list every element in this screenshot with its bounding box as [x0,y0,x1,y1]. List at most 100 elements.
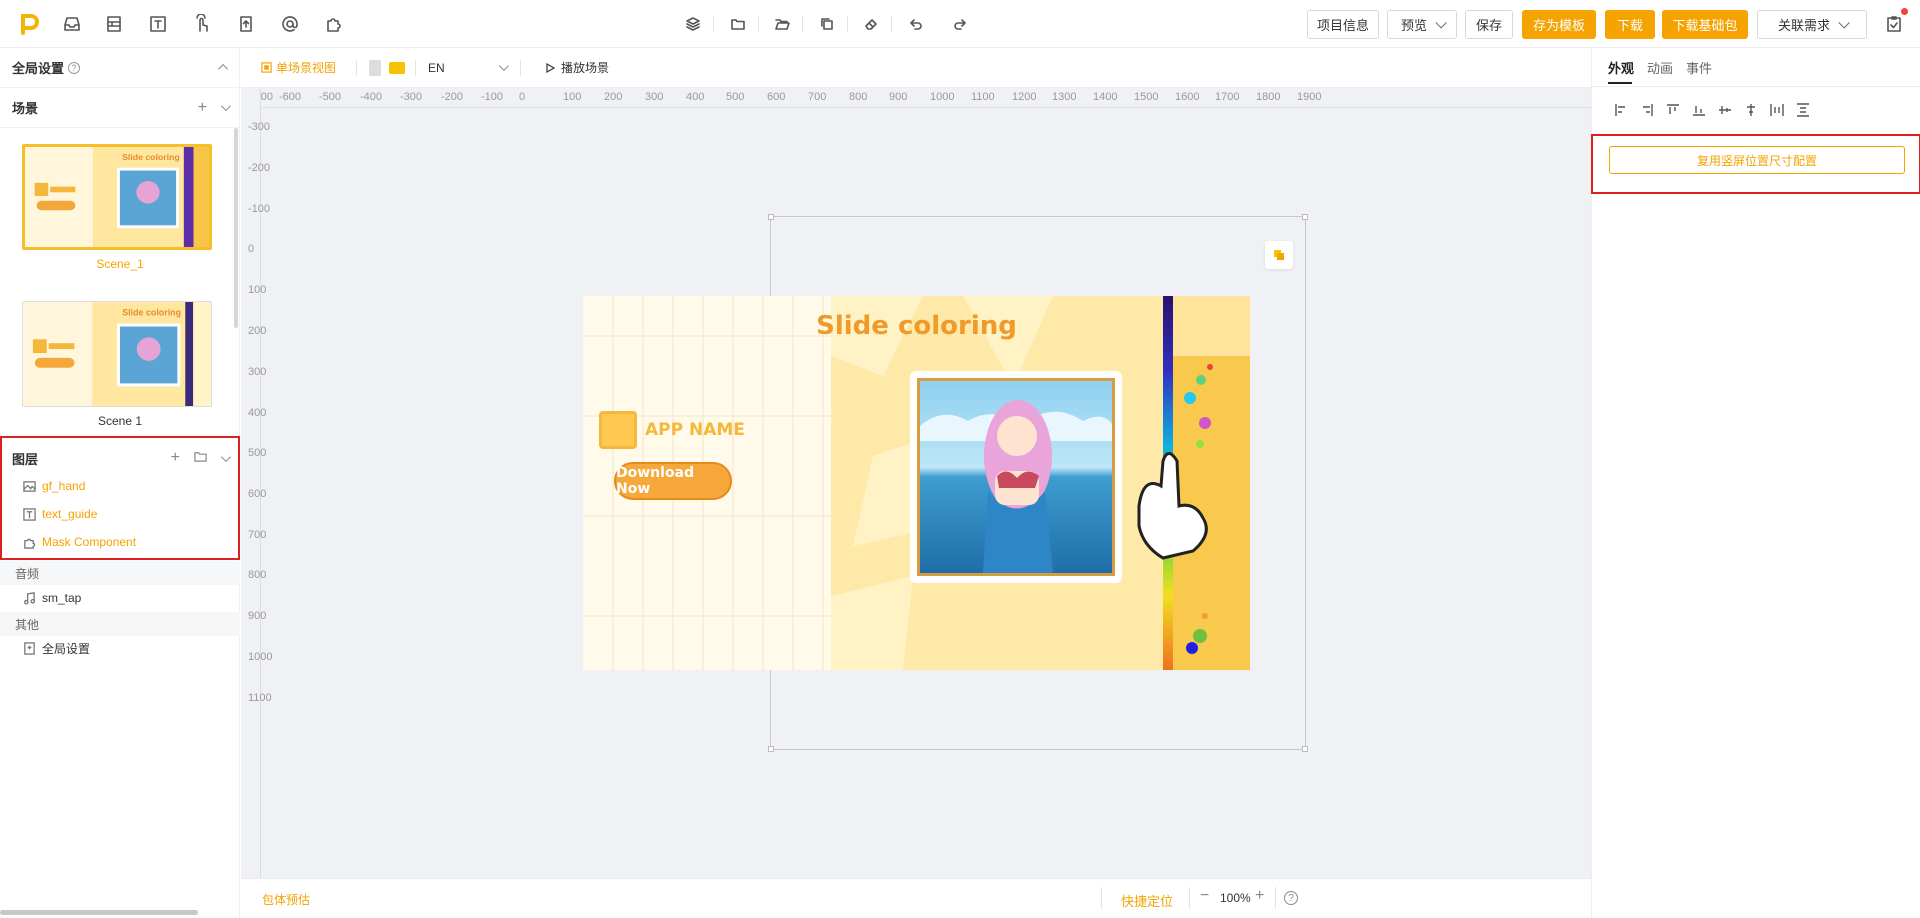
background-color-swatch-yellow[interactable] [389,61,406,74]
align-top-icon[interactable] [1666,103,1680,120]
layer-item-gf-hand[interactable]: gf_hand [0,472,240,500]
project-info-button[interactable]: 项目信息 [1307,10,1379,39]
left-panel: 全局设置 ? 场景 + Slide coloring Scene_1 Slide… [0,48,240,918]
scene-view-icon [261,62,272,73]
scene-1-label[interactable]: Scene_1 [0,257,240,271]
ruler-tick-label: 1400 [1093,91,1118,103]
resize-handle[interactable] [1302,746,1308,752]
upload-file-icon[interactable] [234,12,258,36]
layer-label: text_guide [42,507,98,521]
chevron-up-icon[interactable] [218,63,229,74]
text-tool-icon[interactable] [146,12,170,36]
ruler-tick-label: 700 [248,529,267,541]
single-scene-view-toggle[interactable]: 单场景视图 [261,59,336,76]
preview-title[interactable]: Slide coloring [733,311,1100,341]
layer-item-text-guide[interactable]: text_guide [0,500,240,528]
layers-icon[interactable] [681,12,705,36]
align-bottom-icon[interactable] [1692,103,1706,120]
download-base-package-button[interactable]: 下载基础包 [1662,10,1748,39]
zoom-in-button[interactable]: + [1255,887,1264,905]
ruler-tick-label: 1600 [1175,91,1200,103]
tab-animation[interactable]: 动画 [1647,58,1673,77]
chevron-down-icon [1838,16,1850,29]
ruler-tick-label: 600 [248,488,267,500]
tab-appearance[interactable]: 外观 [1608,58,1634,77]
ruler-tick-label: 300 [248,366,267,378]
preview-label: 预览 [1400,18,1427,33]
align-right-icon[interactable] [1640,103,1654,120]
align-left-icon[interactable] [1614,103,1628,120]
background-color-swatch-gray[interactable] [369,59,382,76]
chevron-down-icon[interactable] [220,101,231,112]
reuse-portrait-config-button[interactable]: 复用竖屏位置尺寸配置 [1609,146,1905,174]
ruler-tick-label: 900 [889,91,908,103]
plugin-icon[interactable] [322,12,346,36]
at-sign-icon[interactable] [278,12,302,36]
ruler-tick-label: 1100 [248,692,272,704]
scene-thumbnail-2[interactable]: Slide coloring [22,301,212,407]
ruler-tick-label: 0 [519,91,526,103]
scene-preview[interactable]: Slide coloring APP NAME Download Now [583,296,1250,670]
layer-overlay-icon[interactable] [1265,241,1293,269]
layout-icon[interactable] [102,12,126,36]
play-icon [546,62,556,73]
align-vertical-center-icon[interactable] [1718,103,1732,120]
eraser-icon[interactable] [859,12,883,36]
ruler-tick-label: 100 [563,91,582,103]
touch-icon[interactable] [190,12,214,36]
help-icon[interactable]: ? [1284,891,1298,905]
language-select[interactable]: EN [428,61,509,75]
resize-handle[interactable] [1302,214,1308,220]
package-estimate-link[interactable]: 包体预估 [262,891,310,908]
align-horizontal-center-icon[interactable] [1744,103,1758,120]
app-name-text[interactable]: APP NAME [645,420,745,440]
distribute-vertical-icon[interactable] [1796,103,1810,120]
ruler-tick-label: -100 [481,91,504,103]
svg-text:Slide coloring: Slide coloring [122,308,181,318]
layer-item-mask-component[interactable]: Mask Component [0,528,240,556]
tab-events[interactable]: 事件 [1686,58,1712,77]
ruler-tick-label: 1000 [930,91,955,103]
download-now-button[interactable]: Download Now [614,462,732,500]
music-note-icon [22,591,36,605]
scene-thumbnail-1[interactable]: Slide coloring [22,144,212,250]
add-layer-icon[interactable]: + [171,450,180,466]
inbox-icon[interactable] [60,12,84,36]
copy-icon[interactable] [815,12,839,36]
other-item-global-settings[interactable]: 全局设置 [0,634,240,662]
folder-open-icon[interactable] [770,12,794,36]
add-scene-icon[interactable]: + [198,99,207,116]
ruler-tick-label: -100 [248,203,271,215]
scene-2-label[interactable]: Scene 1 [0,414,240,428]
play-scene-button[interactable]: 播放场景 [545,59,609,76]
chevron-down-icon[interactable] [220,451,231,462]
vertical-scrollbar[interactable] [234,128,238,328]
scenes-title: 场景 [12,101,39,116]
other-section-header: 其他 [0,612,240,636]
folder-icon[interactable] [726,12,750,36]
quick-locate-button[interactable]: 快捷定位 [1121,891,1173,910]
distribute-horizontal-icon[interactable] [1770,103,1784,120]
folder-icon[interactable] [194,450,207,466]
redo-icon[interactable] [948,12,972,36]
download-button[interactable]: 下载 [1605,10,1655,39]
undo-icon[interactable] [904,12,928,36]
editor-canvas[interactable]: -400 -600 -500 -400 -300 -200 -100 0 100 200 300 40… [241,88,1591,878]
vertical-ruler: -300 -200 -100 0 100 200 300 400 500 600 700 800 900… [241,88,272,878]
preview-dropdown[interactable]: 预览 [1387,10,1457,39]
resize-handle[interactable] [768,214,774,220]
resize-handle[interactable] [768,746,774,752]
ruler-tick-label: 1000 [248,651,273,663]
save-as-template-button[interactable]: 存为模板 [1522,10,1596,39]
save-button[interactable]: 保存 [1465,10,1513,39]
zoom-out-button[interactable]: − [1200,887,1209,905]
global-settings-title: 全局设置 [12,61,65,76]
related-requirements-dropdown[interactable]: 关联需求 [1757,10,1867,39]
task-checklist-icon[interactable] [1882,8,1908,36]
top-toolbar: 项目信息 预览 保存 存为模板 下载 下载基础包 关联需求 [0,0,1920,48]
help-icon[interactable]: ? [68,61,81,74]
audio-item-sm-tap[interactable]: sm_tap [0,584,240,612]
component-icon [22,535,36,549]
horizontal-scrollbar[interactable] [0,910,198,915]
global-settings-header[interactable]: 全局设置 ? [0,48,240,88]
